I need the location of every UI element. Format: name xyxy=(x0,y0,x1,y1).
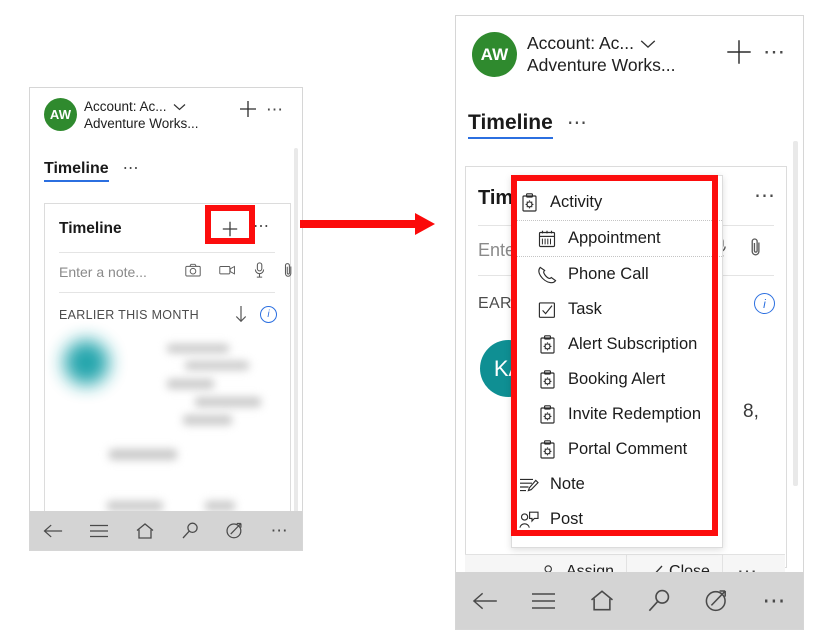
camera-icon[interactable] xyxy=(185,263,201,277)
annotation-highlight-menu xyxy=(511,175,718,536)
home-icon[interactable] xyxy=(136,522,154,539)
menu-icon[interactable] xyxy=(90,524,109,538)
tab-overflow-button[interactable]: ⋯ xyxy=(123,161,141,182)
video-icon[interactable] xyxy=(219,264,236,276)
note-input[interactable]: Enter a note... xyxy=(59,264,147,280)
tab-timeline-label: Timeline xyxy=(44,160,109,177)
section-label: EARLIER THIS MONTH xyxy=(59,308,199,322)
info-icon[interactable]: i xyxy=(260,306,277,323)
account-title-line2: Adventure Works... xyxy=(527,54,676,75)
plus-icon[interactable] xyxy=(726,39,752,65)
search-icon[interactable] xyxy=(182,522,199,539)
avatar-initials: AW xyxy=(49,107,72,122)
card-title: Timeline xyxy=(59,220,122,237)
account-title-line1: Account: Ac... xyxy=(84,99,167,114)
nav-overflow-button[interactable]: ⋯ xyxy=(271,522,290,539)
account-title-line2: Adventure Works... xyxy=(84,115,199,131)
account-title[interactable]: Account: Ac... Adventure Works... xyxy=(84,99,199,133)
tab-timeline[interactable]: Timeline xyxy=(44,160,109,182)
card-overflow-button[interactable]: ⋯ xyxy=(754,185,777,206)
header-overflow-button[interactable]: ⋯ xyxy=(763,41,787,63)
avatar: AW xyxy=(472,32,517,77)
header-overflow-button[interactable]: ⋯ xyxy=(266,101,285,118)
compass-icon[interactable] xyxy=(705,589,728,612)
tab-timeline-label: Timeline xyxy=(468,111,553,134)
bottom-nav-left: ⋯ xyxy=(30,511,302,550)
record-date-fragment: 8, xyxy=(743,401,759,422)
arrow-down-icon[interactable] xyxy=(234,305,248,323)
avatar: AW xyxy=(44,98,77,131)
plus-icon[interactable] xyxy=(238,99,258,119)
tab-overflow-button[interactable]: ⋯ xyxy=(567,113,589,139)
scrollbar-right[interactable] xyxy=(793,141,798,486)
tab-timeline[interactable]: Timeline xyxy=(468,111,553,139)
chevron-down-icon[interactable] xyxy=(640,39,656,49)
tab-bar-left: Timeline ⋯ xyxy=(44,160,140,182)
account-title-line1: Account: Ac... xyxy=(527,33,634,53)
nav-overflow-button[interactable]: ⋯ xyxy=(762,589,787,612)
timeline-card-left: Timeline ⋯ Enter a note... EARLIER THIS … xyxy=(44,203,294,550)
attachment-icon[interactable] xyxy=(749,237,763,257)
avatar-initials: AW xyxy=(480,44,509,64)
back-icon[interactable] xyxy=(472,591,498,611)
back-icon[interactable] xyxy=(43,523,63,539)
account-title[interactable]: Account: Ac... Adventure Works... xyxy=(527,33,676,77)
home-icon[interactable] xyxy=(590,590,614,611)
info-icon[interactable]: i xyxy=(754,293,775,314)
screenshot-canvas: AW Account: Ac... Adventure Works... ⋯ T… xyxy=(0,0,818,632)
annotation-highlight-plus xyxy=(205,205,255,244)
compass-icon[interactable] xyxy=(226,522,243,539)
bottom-nav-right: ⋯ xyxy=(456,572,803,629)
microphone-icon[interactable] xyxy=(254,262,265,278)
scrollbar-left[interactable] xyxy=(294,148,298,543)
phone-left: AW Account: Ac... Adventure Works... ⋯ T… xyxy=(29,87,303,551)
attachment-icon[interactable] xyxy=(283,262,294,278)
tab-bar-right: Timeline ⋯ xyxy=(468,111,588,139)
card-overflow-button[interactable]: ⋯ xyxy=(253,219,271,235)
menu-icon[interactable] xyxy=(532,592,556,610)
search-icon[interactable] xyxy=(648,589,671,612)
chevron-down-icon[interactable] xyxy=(173,103,186,111)
